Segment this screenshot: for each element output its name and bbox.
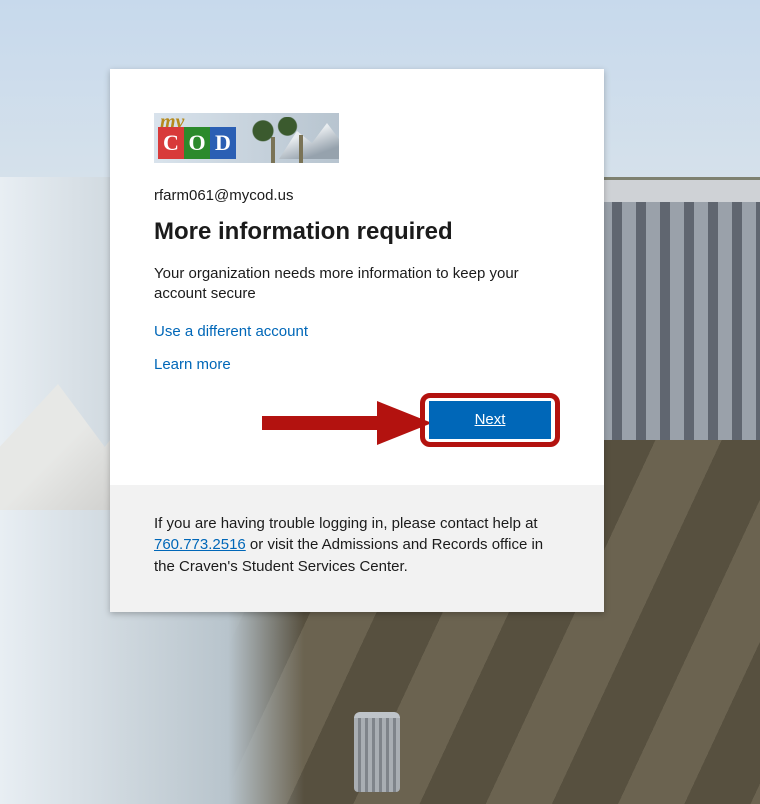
dialog-actions: Next bbox=[154, 393, 560, 463]
callout-highlight: Next bbox=[420, 393, 560, 447]
trash-can-decor bbox=[354, 712, 400, 792]
account-email: rfarm061@mycod.us bbox=[154, 187, 560, 204]
use-different-account-link[interactable]: Use a different account bbox=[154, 323, 308, 340]
dialog-title: More information required bbox=[154, 218, 560, 246]
next-button[interactable]: Next bbox=[429, 401, 551, 439]
signin-dialog: my C O D rfarm061@mycod.us More informat… bbox=[110, 69, 604, 612]
help-phone-link[interactable]: 760.773.2516 bbox=[154, 536, 246, 553]
logo-letter-d: D bbox=[210, 127, 236, 159]
footer-text-pre: If you are having trouble logging in, pl… bbox=[154, 515, 538, 532]
dialog-body: my C O D rfarm061@mycod.us More informat… bbox=[110, 69, 604, 485]
logo-letter-o: O bbox=[184, 127, 210, 159]
org-logo: my C O D bbox=[154, 113, 339, 163]
dialog-description: Your organization needs more information… bbox=[154, 264, 560, 305]
dialog-footer: If you are having trouble logging in, pl… bbox=[110, 485, 604, 612]
logo-letter-c: C bbox=[158, 127, 184, 159]
learn-more-link[interactable]: Learn more bbox=[154, 356, 231, 373]
callout-arrow-icon bbox=[262, 401, 432, 445]
